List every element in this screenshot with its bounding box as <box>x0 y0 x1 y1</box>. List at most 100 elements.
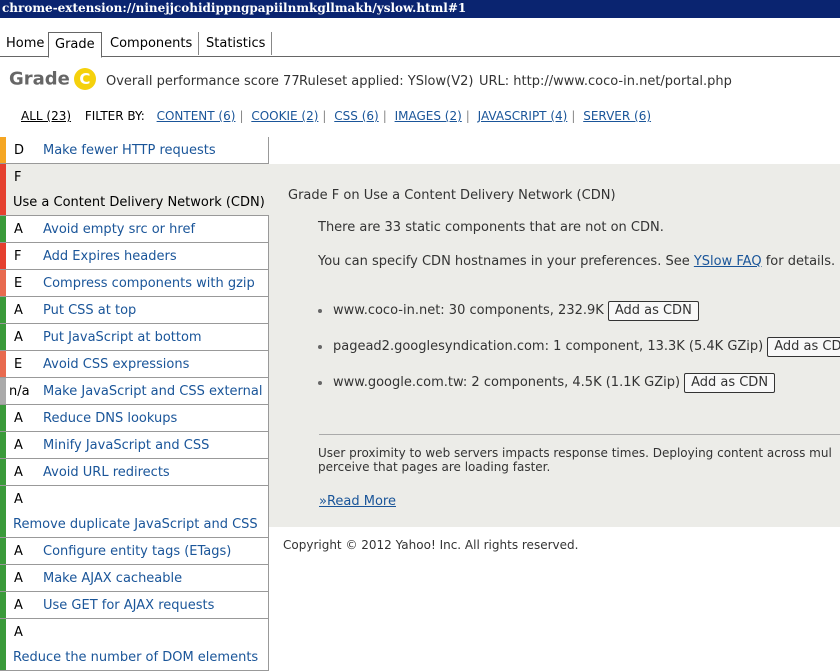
rule-grade: A <box>14 465 23 480</box>
rule-item[interactable]: D Make fewer HTTP requests <box>0 137 269 164</box>
preferences-note-text: for details. <box>761 254 836 269</box>
cdn-list-item: pagead2.googlesyndication.com: 1 compone… <box>318 337 840 357</box>
filter-all-link[interactable]: ALL (23) <box>21 109 71 123</box>
rule-title: Use GET for AJAX requests <box>43 598 215 613</box>
rule-grade: F <box>14 170 22 185</box>
grade-color-bar <box>0 538 6 564</box>
rule-grade: A <box>14 438 23 453</box>
cdn-host-info: www.coco-in.net: 30 components, 232.9K <box>333 303 604 318</box>
cdn-list-item: www.coco-in.net: 30 components, 232.9K Ad… <box>318 301 699 321</box>
page-url: URL: http://www.coco-in.net/portal.php <box>479 74 732 89</box>
ruleset-applied: Ruleset applied: YSlow(V2) <box>299 74 474 89</box>
panel-title: Grade F on Use a Content Delivery Networ… <box>288 188 616 203</box>
read-more-link[interactable]: »Read More <box>319 494 396 509</box>
panel-description: User proximity to web servers impacts re… <box>318 446 832 474</box>
filter-images-link[interactable]: IMAGES (2) <box>395 109 462 123</box>
rule-item[interactable]: A Put CSS at top <box>0 297 269 324</box>
grade-color-bar <box>0 243 6 269</box>
filter-divider: | <box>239 109 244 123</box>
grade-color-bar <box>0 270 6 296</box>
rule-title: Add Expires headers <box>43 249 177 264</box>
grade-color-bar <box>0 565 6 591</box>
description-line: perceive that pages are loading faster. <box>318 460 551 474</box>
add-as-cdn-button[interactable]: Add as CDN <box>607 301 699 321</box>
grade-color-bar <box>0 486 6 537</box>
rule-title: Avoid CSS expressions <box>43 357 190 372</box>
copyright-notice: Copyright © 2012 Yahoo! Inc. All rights … <box>283 538 579 552</box>
grade-color-bar <box>0 216 6 242</box>
grade-color-bar <box>0 164 6 215</box>
bullet-icon <box>318 345 322 349</box>
rule-title: Make JavaScript and CSS external <box>43 384 263 399</box>
rule-title: Compress components with gzip <box>43 276 255 291</box>
filter-divider: | <box>322 109 327 123</box>
page-title: Grade <box>9 68 70 90</box>
tab-home[interactable]: Home <box>0 32 52 55</box>
rule-item[interactable]: A Avoid URL redirects <box>0 459 269 486</box>
rule-item[interactable]: A Minify JavaScript and CSS <box>0 432 269 459</box>
grade-color-bar <box>0 324 6 350</box>
rule-item[interactable]: A Make AJAX cacheable <box>0 565 269 592</box>
rule-grade: A <box>14 222 23 237</box>
tab-bar: Home Grade Components Statistics <box>0 32 840 58</box>
tab-components[interactable]: Components <box>104 32 200 55</box>
grade-badge: C <box>73 68 96 90</box>
rule-item[interactable]: E Compress components with gzip <box>0 270 269 297</box>
rule-title: Put CSS at top <box>43 303 137 318</box>
description-line: User proximity to web servers impacts re… <box>318 446 832 460</box>
filter-divider: | <box>465 109 470 123</box>
bullet-icon <box>318 381 322 385</box>
overall-score: Overall performance score 77 <box>106 74 300 89</box>
add-as-cdn-button[interactable]: Add as CDN <box>684 373 776 393</box>
grade-color-bar <box>0 619 6 670</box>
filter-javascript-link[interactable]: JAVASCRIPT (4) <box>478 109 568 123</box>
panel-divider <box>319 434 840 435</box>
rule-title: Make fewer HTTP requests <box>43 143 216 158</box>
rule-item-selected[interactable]: F Use a Content Delivery Network (CDN) <box>0 164 277 216</box>
rule-item[interactable]: E Avoid CSS expressions <box>0 351 269 378</box>
add-as-cdn-button[interactable]: Add as CDN <box>767 337 840 357</box>
filter-divider: | <box>382 109 387 123</box>
tab-statistics[interactable]: Statistics <box>200 32 273 55</box>
filter-css-link[interactable]: CSS (6) <box>334 109 378 123</box>
grade-color-bar <box>0 592 6 618</box>
rule-detail-panel: Grade F on Use a Content Delivery Networ… <box>269 164 840 527</box>
grade-color-bar <box>0 405 6 431</box>
rule-grade: A <box>14 625 23 640</box>
filter-cookie-link[interactable]: COOKIE (2) <box>251 109 318 123</box>
rule-grade: A <box>14 544 23 559</box>
yslow-faq-link[interactable]: YSlow FAQ <box>694 254 762 269</box>
cdn-list-item: www.google.com.tw: 2 components, 4.5K (1… <box>318 373 776 393</box>
rule-title: Minify JavaScript and CSS <box>43 438 210 453</box>
rule-item[interactable]: A Put JavaScript at bottom <box>0 324 269 351</box>
rule-item[interactable]: F Add Expires headers <box>0 243 269 270</box>
rule-title: Make AJAX cacheable <box>43 571 183 586</box>
rule-title: Avoid empty src or href <box>43 222 196 237</box>
filter-content-link[interactable]: CONTENT (6) <box>157 109 236 123</box>
preferences-note-text: You can specify CDN hostnames in your pr… <box>318 254 694 269</box>
filter-server-link[interactable]: SERVER (6) <box>583 109 651 123</box>
grade-color-bar <box>0 297 6 323</box>
rule-item[interactable]: A Configure entity tags (ETags) <box>0 538 269 565</box>
grade-color-bar <box>0 351 6 377</box>
filter-label: FILTER BY: <box>84 109 145 123</box>
rule-item[interactable]: n/a Make JavaScript and CSS external <box>0 378 269 405</box>
panel-preferences-note: You can specify CDN hostnames in your pr… <box>318 254 835 269</box>
rule-title: Avoid URL redirects <box>43 465 170 480</box>
rule-item[interactable]: A Avoid empty src or href <box>0 216 269 243</box>
rule-grade: A <box>14 411 23 426</box>
rule-title: Put JavaScript at bottom <box>43 330 202 345</box>
rule-grade: A <box>14 492 23 507</box>
rule-item[interactable]: A Reduce DNS lookups <box>0 405 269 432</box>
tab-grade[interactable]: Grade <box>48 32 102 58</box>
rule-grade: A <box>14 571 23 586</box>
window-url: chrome-extension://ninejjcohidippngpapii… <box>2 1 467 15</box>
rule-title: Configure entity tags (ETags) <box>43 544 232 559</box>
rule-item[interactable]: A Reduce the number of DOM elements <box>0 619 269 671</box>
rule-item[interactable]: A Remove duplicate JavaScript and CSS <box>0 486 269 538</box>
rule-grade: E <box>14 357 23 372</box>
filter-divider: | <box>571 109 576 123</box>
rule-item[interactable]: A Use GET for AJAX requests <box>0 592 269 619</box>
grade-color-bar <box>0 432 6 458</box>
rule-list: D Make fewer HTTP requests F Use a Content… <box>0 137 277 671</box>
